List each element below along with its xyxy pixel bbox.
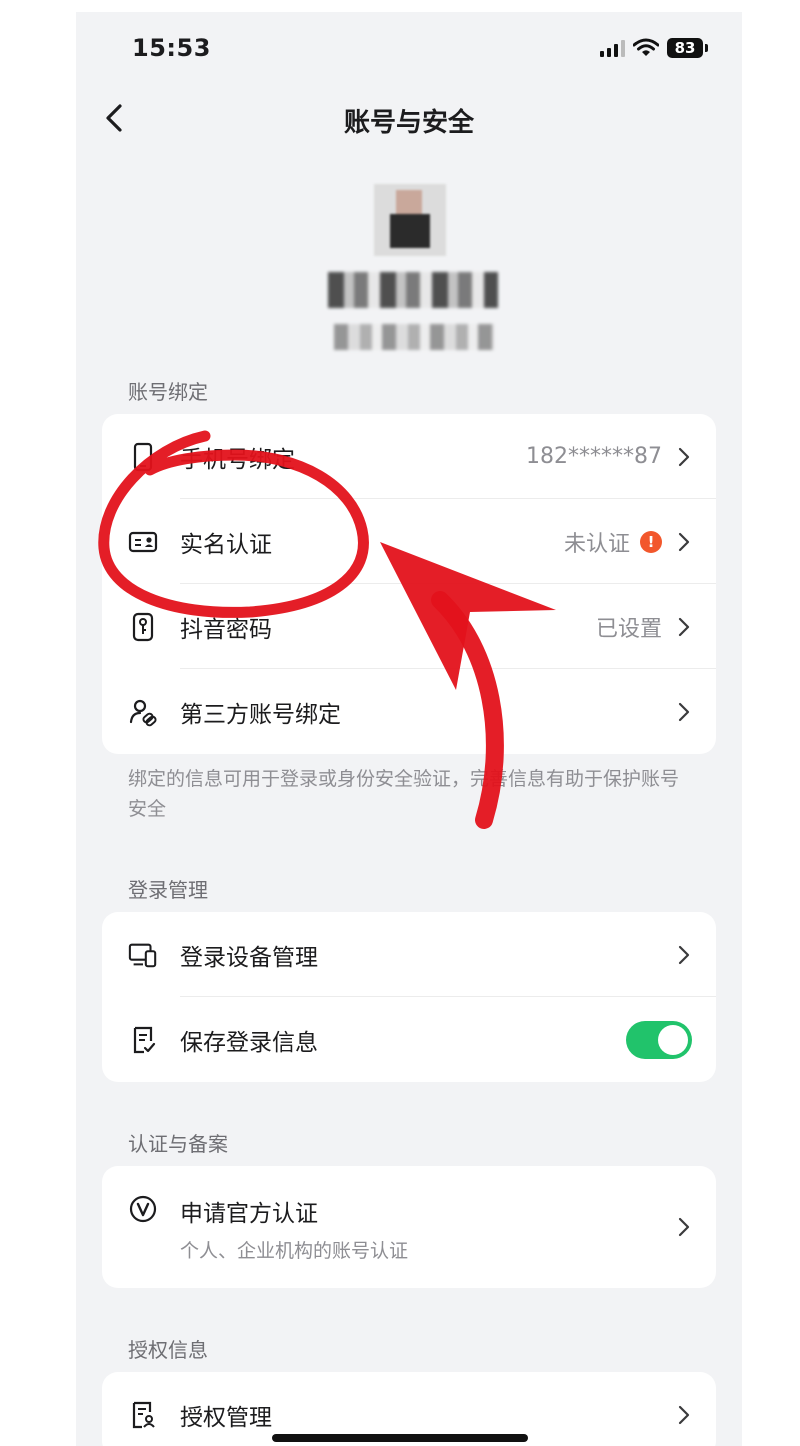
row-label: 实名认证 xyxy=(180,531,272,558)
status-icons: 83 xyxy=(600,38,708,58)
id-card-icon xyxy=(128,527,158,557)
section-title-authorization: 授权信息 xyxy=(128,1338,208,1362)
phone-number-value: 182******87 xyxy=(526,444,662,469)
phone-icon xyxy=(128,442,158,472)
row-label: 抖音密码 xyxy=(180,616,272,643)
row-official-verification[interactable]: 申请官方认证 个人、企业机构的账号认证 xyxy=(102,1166,716,1288)
certification-card: 申请官方认证 个人、企业机构的账号认证 xyxy=(102,1166,716,1288)
row-label: 保存登录信息 xyxy=(180,1029,318,1056)
cellular-signal-icon xyxy=(600,39,625,57)
verification-status: 未认证 ! xyxy=(564,526,662,558)
row-label: 申请官方认证 xyxy=(180,1201,318,1227)
battery-tip xyxy=(705,44,708,52)
login-card: 登录设备管理 保存登录信息 xyxy=(102,912,716,1082)
row-phone-binding[interactable]: 手机号绑定 182******87 xyxy=(102,414,716,499)
wifi-icon xyxy=(633,38,659,56)
status-bar: 15:53 83 xyxy=(76,12,742,82)
row-label: 登录设备管理 xyxy=(180,944,318,971)
authorization-doc-icon xyxy=(128,1400,158,1430)
row-login-devices[interactable]: 登录设备管理 xyxy=(102,912,716,997)
row-label: 第三方账号绑定 xyxy=(180,701,341,728)
warning-badge-icon: ! xyxy=(640,530,662,553)
toggle-knob xyxy=(658,1024,688,1055)
chevron-right-icon xyxy=(678,617,690,636)
nav-bar: 账号与安全 xyxy=(76,90,742,146)
chevron-right-icon xyxy=(678,1405,690,1424)
row-real-name-verification[interactable]: 实名认证 未认证 ! xyxy=(102,499,716,584)
avatar[interactable] xyxy=(374,184,446,256)
row-label: 授权管理 xyxy=(180,1404,272,1431)
devices-icon xyxy=(128,940,158,970)
chevron-right-icon xyxy=(678,532,690,551)
battery-icon: 83 xyxy=(667,38,703,58)
row-subtitle: 个人、企业机构的账号认证 xyxy=(180,1240,409,1262)
chevron-right-icon xyxy=(678,945,690,964)
chevron-right-icon xyxy=(678,447,690,466)
status-time: 15:53 xyxy=(132,34,211,62)
blurred-username xyxy=(328,272,498,308)
save-login-toggle[interactable] xyxy=(626,1020,692,1059)
row-douyin-password[interactable]: 抖音密码 已设置 xyxy=(102,584,716,669)
row-label: 手机号绑定 xyxy=(180,446,295,473)
chevron-right-icon xyxy=(678,702,690,721)
binding-card: 手机号绑定 182******87 实名认证 未认证 ! 抖音密码 已设置 第三… xyxy=(102,414,716,754)
page-title: 账号与安全 xyxy=(343,108,474,138)
password-status: 已设置 xyxy=(595,616,662,642)
binding-note: 绑定的信息可用于登录或身份安全验证，完善信息有助于保护账号安全 xyxy=(128,768,680,820)
section-title-binding: 账号绑定 xyxy=(128,380,208,404)
home-indicator xyxy=(272,1434,528,1442)
chevron-right-icon xyxy=(678,1217,690,1237)
phone-screen: 15:53 83 账号与安全 账号绑定 手机号绑定 182******87 实名… xyxy=(76,12,742,1446)
row-third-party-binding[interactable]: 第三方账号绑定 xyxy=(102,669,716,754)
verified-v-icon xyxy=(128,1194,158,1224)
section-title-login: 登录管理 xyxy=(128,878,208,902)
blurred-user-id xyxy=(334,324,494,350)
linked-account-icon xyxy=(128,697,158,727)
section-title-certification: 认证与备案 xyxy=(128,1132,228,1156)
document-check-icon xyxy=(128,1025,158,1055)
row-save-login-info: 保存登录信息 xyxy=(102,997,716,1082)
verification-status-text: 未认证 xyxy=(563,531,630,557)
key-icon xyxy=(128,612,158,642)
